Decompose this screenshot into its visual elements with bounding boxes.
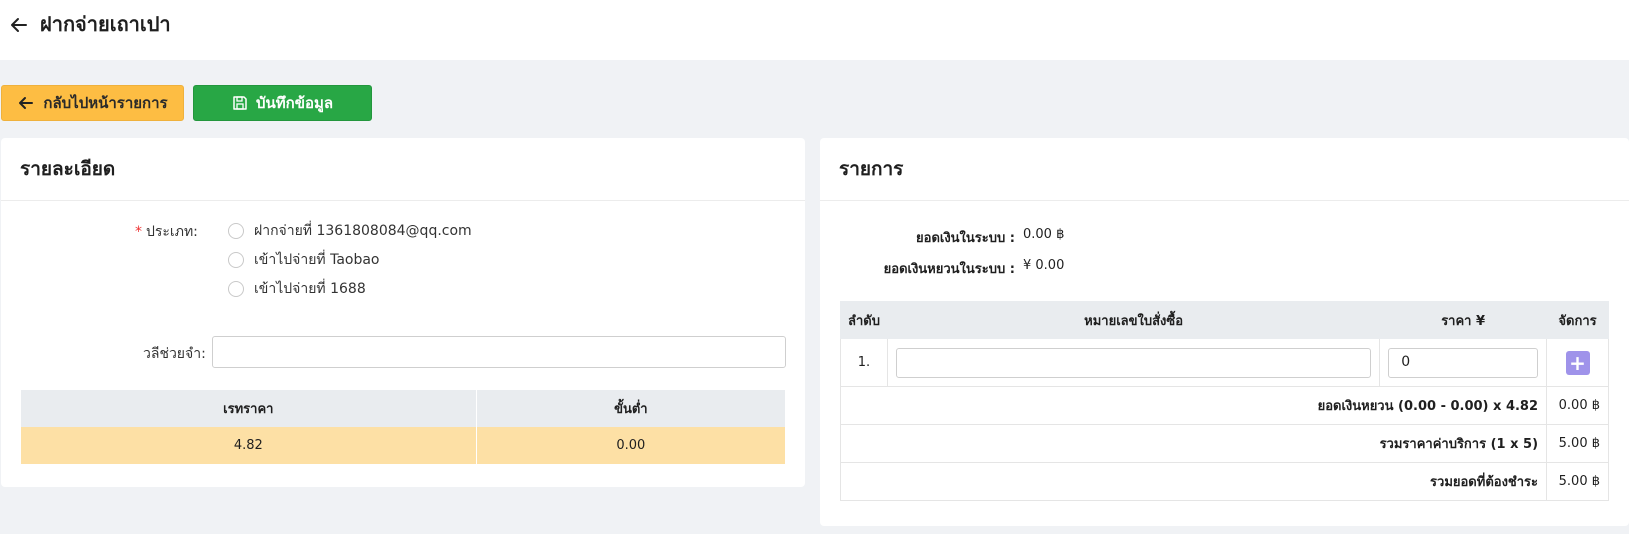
required-mark: *: [135, 224, 142, 240]
summary-row: รวมยอดที่ต้องชำระ 5.00 ฿: [839, 462, 1609, 501]
type-option-taobao[interactable]: เข้าไปจ่ายที่ Taobao: [228, 249, 380, 271]
rate-value: 4.82: [21, 427, 477, 464]
type-option-label: เข้าไปจ่ายที่ 1688: [254, 281, 366, 297]
column-header-index: ลำดับ: [840, 301, 888, 339]
column-header-price: ราคา ¥: [1379, 301, 1548, 339]
column-header-manage: จัดการ: [1546, 301, 1609, 339]
radio-button[interactable]: [228, 281, 244, 297]
type-label: * ประเภท:: [135, 224, 198, 240]
details-card: รายละเอียด * ประเภท: ฝากจ่ายที่ 136180808…: [1, 138, 805, 487]
rate-header: เรทราคา: [21, 390, 477, 427]
top-bar: ฝากจ่ายเถาเปา: [0, 0, 1629, 60]
summary-row: ยอดเงินหยวน (0.00 - 0.00) x 4.82 0.00 ฿: [839, 386, 1609, 425]
yuan-total-label: ยอดเงินหยวน (0.00 - 0.00) x 4.82: [839, 386, 1547, 425]
grand-total-value: 5.00 ฿: [1546, 462, 1609, 501]
arrow-left-icon[interactable]: [8, 14, 30, 36]
details-title: รายละเอียด: [1, 138, 805, 201]
grand-total-label: รวมยอดที่ต้องชำระ: [839, 462, 1548, 501]
type-option-qq[interactable]: ฝากจ่ายที่ 1361808084@qq.com: [228, 220, 472, 242]
type-label-text: ประเภท: [146, 224, 194, 240]
yuan-balance-label: ยอดเงินหยวนในระบบ :: [883, 262, 1015, 277]
service-total-label: รวมราคาค่าบริการ (1 x 5): [839, 424, 1548, 463]
minimum-header: ขั้นต่ำ: [476, 390, 787, 427]
rate-table: เรทราคา ขั้นต่ำ 4.82 0.00: [21, 390, 787, 464]
page-title: ฝากจ่ายเถาเปา: [40, 12, 171, 36]
floppy-disk-icon: [233, 96, 247, 110]
add-row-button[interactable]: +: [1565, 350, 1590, 375]
type-option-label: เข้าไปจ่ายที่ Taobao: [254, 252, 380, 268]
price-cell: 0: [1379, 338, 1548, 387]
minimum-value: 0.00: [476, 427, 787, 464]
back-to-list-label: กลับไปหน้ารายการ: [43, 94, 168, 112]
radio-button[interactable]: [228, 223, 244, 239]
items-title: รายการ: [820, 138, 1629, 201]
manage-cell: +: [1546, 338, 1609, 387]
type-option-1688[interactable]: เข้าไปจ่ายที่ 1688: [228, 278, 366, 300]
save-label: บันทึกข้อมูล: [255, 94, 334, 112]
summary-row: รวมราคาค่าบริการ (1 x 5) 5.00 ฿: [839, 424, 1609, 463]
arrow-left-icon: [19, 97, 34, 109]
memo-input[interactable]: [212, 336, 786, 368]
type-option-label: ฝากจ่ายที่ 1361808084@qq.com: [254, 223, 472, 239]
row-index: 1.: [840, 338, 888, 387]
balance-label: ยอดเงินในระบบ :: [916, 231, 1015, 246]
back-to-list-button[interactable]: กลับไปหน้ารายการ: [1, 85, 184, 121]
yuan-balance-value: ¥ 0.00: [1023, 258, 1065, 273]
memo-label: วลีช่วยจำ:: [143, 346, 206, 362]
items-card: รายการ ยอดเงินในระบบ : 0.00 ฿ ยอดเงินหยว…: [820, 138, 1629, 526]
column-header-order-no: หมายเลขใบสั่งซื้อ: [886, 301, 1381, 339]
yuan-total-value: 0.00 ฿: [1546, 386, 1609, 425]
order-no-cell: [886, 338, 1381, 387]
table-row: 4.82 0.00: [21, 427, 787, 464]
price-input[interactable]: 0: [1388, 347, 1539, 378]
order-number-input[interactable]: [895, 347, 1372, 378]
radio-button[interactable]: [228, 252, 244, 268]
order-items-table: ลำดับ หมายเลขใบสั่งซื้อ ราคา ¥ จัดการ 1.…: [839, 301, 1609, 501]
service-total-value: 5.00 ฿: [1546, 424, 1609, 463]
balance-value: 0.00 ฿: [1023, 227, 1065, 242]
table-row: 1. 0 +: [840, 338, 1609, 387]
save-button[interactable]: บันทึกข้อมูล: [193, 85, 372, 121]
